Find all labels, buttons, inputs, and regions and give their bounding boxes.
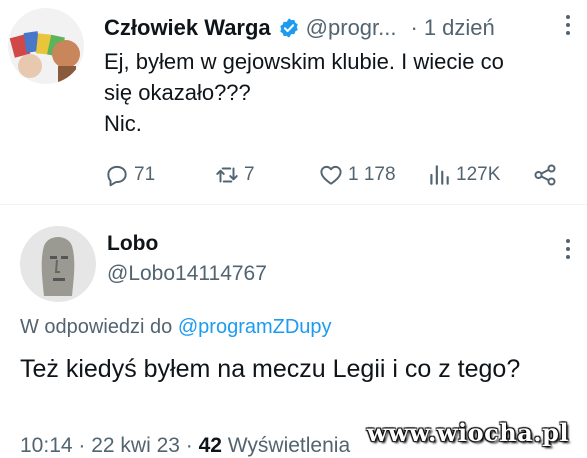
tweet-text-line: Ej, byłem w gejowskim klubie. I wiecie c… [104,49,504,74]
retweet-icon [216,167,238,183]
tweet-divider [0,204,587,205]
share-button[interactable] [532,159,558,191]
reply-count: 71 [134,164,156,185]
more-icon[interactable] [565,238,571,265]
like-count: 1 178 [348,164,396,185]
reply-author-name[interactable]: Lobo [107,232,158,256]
tweet-header: Człowiek Warga @progr... · 1 dzień [104,14,573,42]
retweet-count: 7 [244,164,255,185]
share-icon [534,164,556,186]
tweet-text-line: się okazało??? [104,80,251,105]
views-button[interactable]: 127K [426,159,500,191]
tweet-actions: 71 7 1 178 127K [104,159,566,191]
original-tweet[interactable]: Człowiek Warga @progr... · 1 dzień Ej, b… [0,0,587,205]
views-count: 127K [456,164,501,185]
views-icon [430,165,449,185]
reply-views-label: Wyświetlenia [221,434,351,457]
reply-prefix: W odpowiedzi do [20,316,173,338]
tweet-time[interactable]: 1 dzień [424,15,495,41]
author-name[interactable]: Człowiek Warga [104,15,271,41]
reply-text: Też kiedyś byłem na meczu Legii i co z t… [20,355,521,383]
reply-context: W odpowiedzi do @programZDupy [20,316,332,339]
author-avatar[interactable] [8,8,84,84]
reply-meta: 10:14 · 22 kwi 23 · 42 Wyświetlenia [20,434,350,458]
separator-dot: · [410,15,418,40]
author-handle[interactable]: @progr... [306,15,397,41]
like-button[interactable]: 1 178 [318,159,396,191]
more-icon[interactable] [565,14,571,41]
reply-timestamp[interactable]: 10:14 · 22 kwi 23 · [20,434,199,457]
reply-author-avatar[interactable] [20,226,96,302]
reply-views-count: 42 [198,434,222,457]
watermark: www.wiocha.pl [366,418,569,447]
like-icon [320,165,342,185]
tweet-text: Ej, byłem w gejowskim klubie. I wiecie c… [104,46,574,139]
retweet-button[interactable]: 7 [214,159,255,191]
verified-icon [278,17,300,39]
reply-author-handle[interactable]: @Lobo14114767 [107,262,267,286]
tweet-text-line: Nic. [104,111,142,136]
reply-target-link[interactable]: @programZDupy [178,316,332,338]
reply-icon [107,165,127,187]
reply-button[interactable]: 71 [104,159,155,191]
